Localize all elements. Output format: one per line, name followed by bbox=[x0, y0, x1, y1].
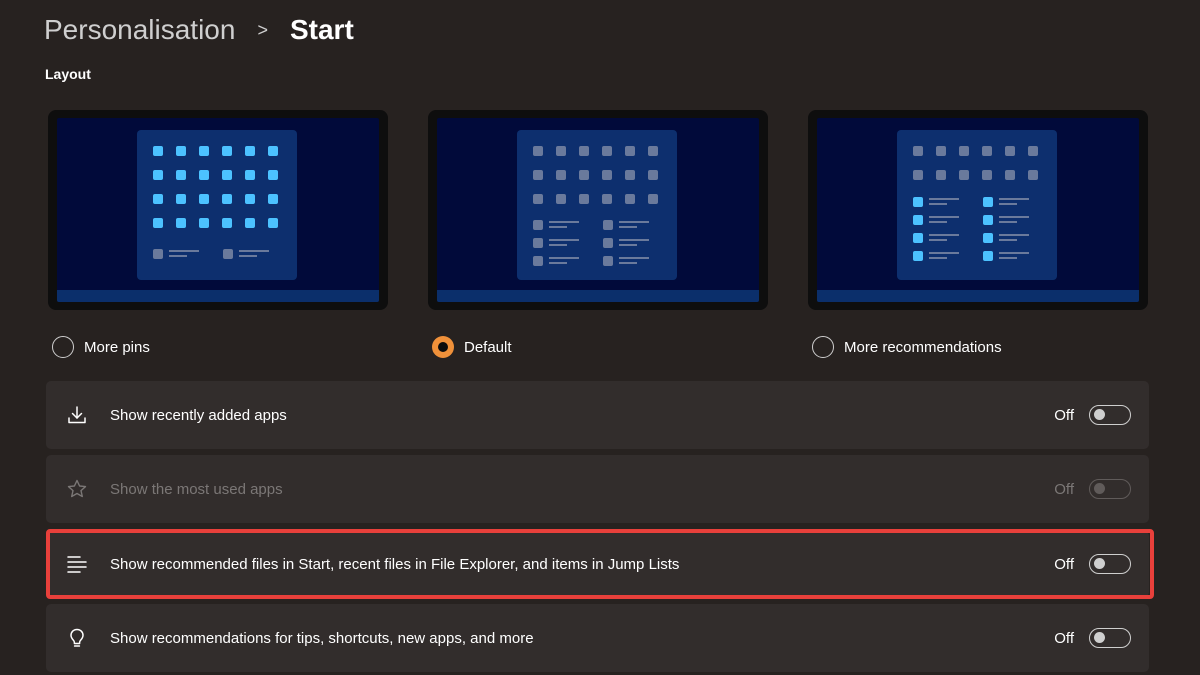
lightbulb-icon bbox=[66, 627, 88, 649]
toggle-switch[interactable] bbox=[1089, 628, 1131, 648]
toggle-knob bbox=[1094, 632, 1105, 643]
layout-preview-more-recommendations[interactable] bbox=[808, 110, 1148, 310]
layout-option-more-recommendations[interactable]: More recommendations bbox=[808, 110, 1148, 358]
toggle-switch[interactable] bbox=[1089, 554, 1131, 574]
setting-show-recently-added-apps[interactable]: Show recently added apps Off bbox=[46, 381, 1149, 449]
breadcrumb-separator-chevron-icon: > bbox=[257, 19, 268, 40]
preview-taskbar bbox=[817, 290, 1139, 302]
preview-start-menu bbox=[137, 130, 297, 280]
radio-default[interactable]: Default bbox=[432, 336, 512, 358]
settings-page: Personalisation > Start Layout More pins… bbox=[0, 0, 1200, 675]
radio-label-more-recommendations: More recommendations bbox=[844, 338, 1002, 356]
toggle-state-text: Off bbox=[1054, 555, 1074, 573]
list-lines-icon bbox=[66, 553, 88, 575]
layout-option-more-pins[interactable]: More pins bbox=[48, 110, 388, 358]
page-title: Start bbox=[289, 14, 354, 45]
star-icon bbox=[66, 478, 88, 500]
radio-button-more-pins[interactable] bbox=[52, 336, 74, 358]
preview-screen bbox=[437, 118, 759, 302]
toggle-state-text: Off bbox=[1054, 480, 1074, 498]
preview-start-menu bbox=[517, 130, 677, 280]
layout-option-default[interactable]: Default bbox=[428, 110, 768, 358]
radio-more-pins[interactable]: More pins bbox=[52, 336, 150, 358]
radio-button-default[interactable] bbox=[432, 336, 454, 358]
toggle-state-text: Off bbox=[1054, 406, 1074, 424]
setting-show-recommended-files[interactable]: Show recommended files in Start, recent … bbox=[46, 531, 1149, 597]
setting-show-recommendations-tips[interactable]: Show recommendations for tips, shortcuts… bbox=[46, 604, 1149, 672]
download-icon bbox=[66, 404, 88, 426]
toggle-state-text: Off bbox=[1054, 629, 1074, 647]
preview-taskbar bbox=[437, 290, 759, 302]
toggle-switch[interactable] bbox=[1089, 405, 1131, 425]
radio-more-recommendations[interactable]: More recommendations bbox=[812, 336, 1002, 358]
setting-label: Show the most used apps bbox=[110, 480, 283, 498]
preview-screen bbox=[817, 118, 1139, 302]
breadcrumb: Personalisation > Start bbox=[44, 10, 354, 50]
toggle-knob bbox=[1094, 409, 1105, 420]
preview-screen bbox=[57, 118, 379, 302]
radio-button-more-recommendations[interactable] bbox=[812, 336, 834, 358]
breadcrumb-personalisation[interactable]: Personalisation bbox=[44, 14, 235, 46]
radio-label-default: Default bbox=[464, 338, 512, 356]
layout-heading: Layout bbox=[45, 66, 91, 82]
radio-label-more-pins: More pins bbox=[84, 338, 150, 356]
preview-start-menu bbox=[897, 130, 1057, 280]
toggle-knob bbox=[1094, 483, 1105, 494]
toggle-knob bbox=[1094, 558, 1105, 569]
setting-label: Show recently added apps bbox=[110, 406, 287, 424]
layout-preview-default[interactable] bbox=[428, 110, 768, 310]
setting-show-most-used-apps: Show the most used apps Off bbox=[46, 455, 1149, 523]
setting-label: Show recommended files in Start, recent … bbox=[110, 555, 680, 573]
layout-preview-more-pins[interactable] bbox=[48, 110, 388, 310]
preview-taskbar bbox=[57, 290, 379, 302]
setting-label: Show recommendations for tips, shortcuts… bbox=[110, 629, 534, 647]
toggle-switch bbox=[1089, 479, 1131, 499]
